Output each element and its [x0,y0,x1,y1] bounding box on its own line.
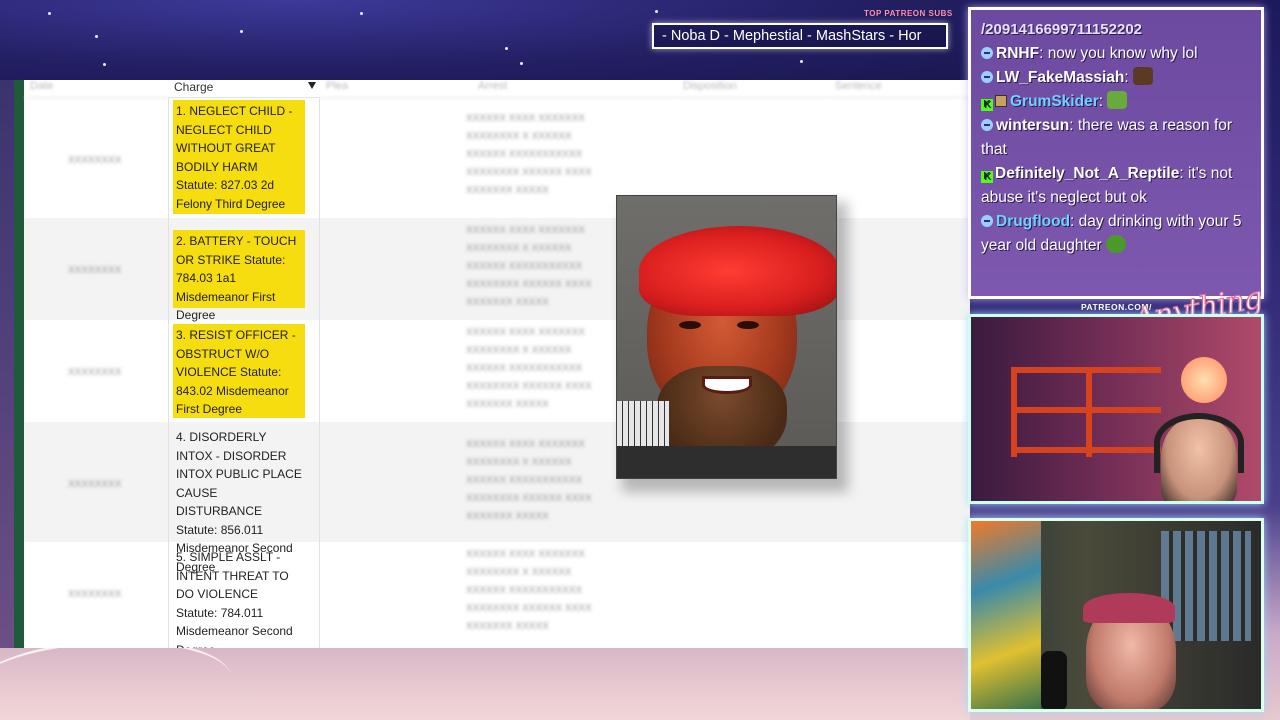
redacted-arrest-info: XXXXXX XXXX XXXXXXX XXXXXXXX X XXXXXX XXXX… [466,327,592,410]
charge-cell: 4. DISORDERLY INTOX - DISORDER INTOX PUB… [176,430,302,574]
column-header-sentence[interactable]: Sentence [829,80,970,98]
chat-username[interactable]: RNHF [996,45,1039,62]
twitch-badge-icon [981,215,993,227]
charge-cell: 5. SIMPLE ASSLT - INTENT THREAT TO DO VI… [176,550,293,648]
table-side-bar [14,80,24,648]
column-header-plea[interactable]: Plea [320,80,472,98]
emote-icon [1105,235,1126,253]
redacted-date: XXXXXXXX [68,265,122,276]
webcam-feed-1 [968,314,1264,504]
column-header-arrest[interactable]: Arrest [472,80,677,98]
top-patreon-subs-label: TOP PATREON SUBS [864,9,953,18]
column-header-disposition[interactable]: Disposition [677,80,829,98]
column-header-charge[interactable]: Charge [168,80,320,98]
redacted-arrest-info: XXXXXX XXXX XXXXXXX XXXXXXXX X XXXXXX XXXX… [466,113,592,196]
redacted-date: XXXXXXXX [68,367,122,378]
mugshot-eye [679,321,701,329]
redacted-date: XXXXXXXX [68,155,122,166]
chat-message: K GrumSkider: [981,90,1251,114]
twitch-badge-icon [981,71,993,83]
charge-cell: 1. NEGLECT CHILD - NEGLECT CHILD WITHOUT… [173,100,305,214]
redacted-date: XXXXXXXX [68,479,122,490]
chat-username[interactable]: LW_FakeMassiah [996,69,1124,86]
headphones-icon [1154,413,1244,473]
lamp [1181,357,1227,403]
filter-icon[interactable] [308,82,316,89]
streamer-cap [1083,593,1175,623]
chat-header-id: /2091416699711152202 [981,21,1143,38]
twitch-badge-icon [981,47,993,59]
column-header-date[interactable]: Date [24,80,168,98]
kick-badge-icon: K [981,99,993,111]
mugshot-cap [639,226,836,316]
chat-panel: /2091416699711152202 RNHF: now you know … [968,7,1264,299]
redacted-arrest-info: XXXXXX XXXX XXXXXXX XXXXXXXX X XXXXXX XXXX… [466,439,592,522]
chat-message: wintersun: there was a reason for that [981,117,1233,158]
shelf [1011,367,1017,457]
microphone-icon [1041,651,1067,709]
chat-message-text: now you know why lol [1047,45,1198,62]
charge-column: 1. NEGLECT CHILD - NEGLECT CHILD WITHOUT… [168,98,320,648]
patreon-subs-ticker: - Noba D - Mephestial - MashStars - Hor [652,23,948,49]
chat-message: K Definitely_Not_A_Reptile: it's not abus… [981,165,1233,206]
emote-icon [1107,91,1128,109]
kick-badge-icon: K [981,171,993,183]
chat-username[interactable]: GrumSkider [1010,93,1099,110]
chat-message: RNHF: now you know why lol [981,42,1251,66]
charge-cell: 2. BATTERY - TOUCH OR STRIKE Statute: 78… [173,230,305,322]
charge-header-label: Charge [174,80,214,94]
wall-mural [971,521,1041,709]
charge-cell: 3. RESIST OFFICER - OBSTRUCT W/O VIOLENC… [173,324,305,418]
decorative-wave [0,640,230,720]
chat-username[interactable]: Definitely_Not_A_Reptile [995,165,1179,182]
mugshot-eye [737,321,759,329]
chat-message: Drugflood: day drinking with your 5 year… [981,213,1242,254]
emote-icon [1132,67,1153,85]
chat-message: LW_FakeMassiah: [981,66,1251,90]
chat-username[interactable]: wintersun [996,117,1069,134]
bottle-shelf [1161,531,1251,641]
mugshot-image [616,195,837,479]
redacted-arrest-info: XXXXXX XXXX XXXXXXX XXXXXXXX X XXXXXX XXXX… [466,549,592,632]
webcam-feed-2 [968,518,1264,712]
left-frame [0,80,14,648]
mugshot-mouth [702,376,752,394]
redacted-arrest-info: XXXXXX XXXX XXXXXXX XXXXXXXX X XXXXXX XXXX… [466,225,592,308]
shelf [1086,367,1092,457]
chat-username[interactable]: Drugflood [996,213,1070,230]
twitch-badge-icon [981,119,993,131]
redacted-date: XXXXXXXX [68,589,122,600]
mugshot-shirt [617,446,836,478]
sub-badge-icon [995,95,1007,107]
